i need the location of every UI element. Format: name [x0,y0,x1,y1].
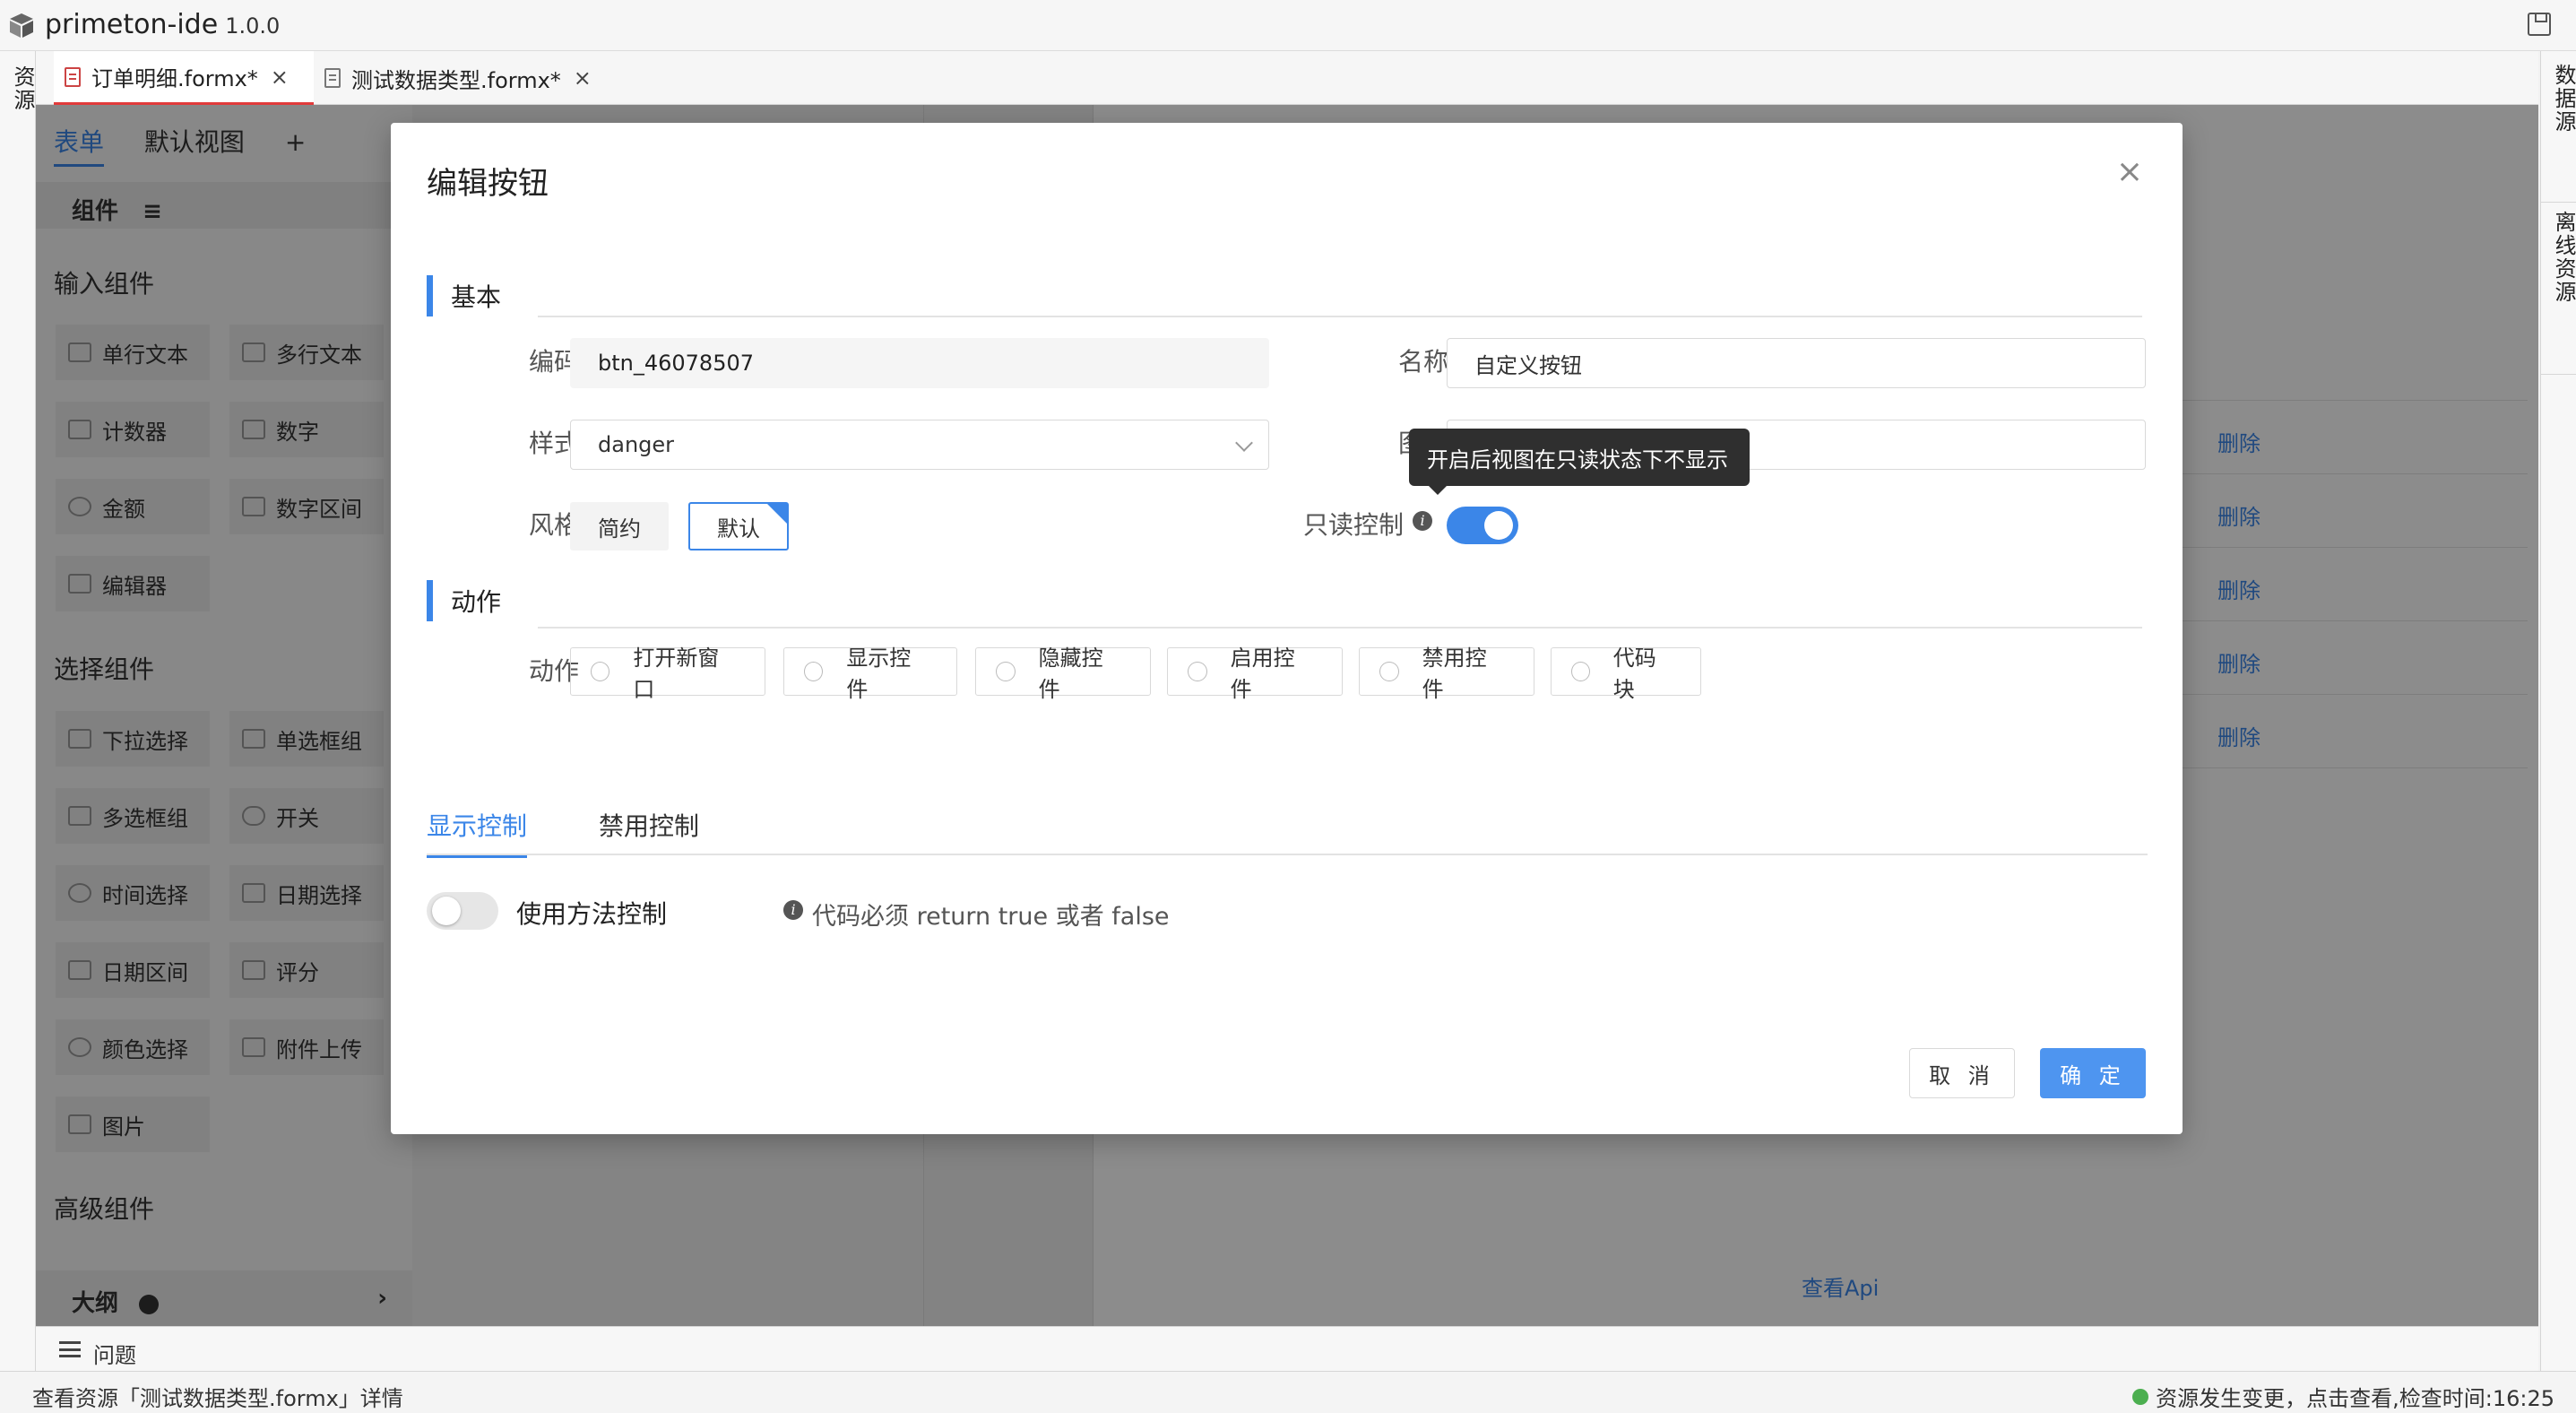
section-basic: 基本 [427,275,501,316]
control-tabs: 显示控制 禁用控制 [427,807,2148,858]
problems-label: 问题 [93,1343,136,1368]
action-option-label: 打开新窗口 [633,646,720,702]
style-select[interactable]: danger [570,420,1269,470]
action-option-label: 代码块 [1612,646,1656,702]
problems-bar[interactable]: 问题 [36,1326,2538,1371]
code-value: btn_46078507 [598,351,755,376]
editor-tab-bar: 订单明细.formx* × 测试数据类型.formx* × [36,51,2538,105]
rail-resources[interactable]: 资源 [7,65,39,112]
save-icon[interactable] [2528,13,2551,36]
style-label: 样式 [528,429,579,458]
section-accent-bar [427,275,433,316]
theme-option-label: 默认 [717,516,760,542]
readonly-label: 只读控制 [1302,510,1404,540]
method-hint: 代码必须 return true 或者 false [812,903,1170,931]
radio-icon [1571,662,1590,681]
chevron-down-icon [1235,434,1253,452]
tab-label: 测试数据类型.formx* [351,67,561,93]
readonly-toggle[interactable] [1447,507,1518,544]
action-hide-control[interactable]: 隐藏控件 [975,646,1151,702]
editor-tab-order-detail[interactable]: 订单明细.formx* × [54,51,314,105]
close-icon[interactable]: × [271,65,289,90]
action-open-window[interactable]: 打开新窗口 [570,646,765,702]
style-value: danger [598,432,675,457]
rail-divider [2541,202,2576,203]
cancel-button[interactable]: 取 消 [1909,1048,2015,1098]
left-rail: 资源 [0,51,36,1374]
theme-option-default[interactable]: 默认 [688,502,789,550]
status-change-text: 资源发生变更，点击查看,检查时间:16:25 [2156,1386,2554,1411]
list-icon [59,1341,81,1357]
theme-label: 风格 [528,510,579,540]
action-option-label: 禁用控件 [1422,646,1487,702]
action-code-block[interactable]: 代码块 [1551,646,1701,702]
info-icon: i [783,900,803,920]
status-dot-icon [2132,1388,2149,1405]
edit-button-dialog: 编辑按钮 × 基本 编码 btn_46078507 名称 自定义按钮 样式 da… [391,123,2183,1134]
status-bar: 查看资源「测试数据类型.formx」详情 资源发生变更，点击查看,检查时间:16… [0,1371,2576,1413]
tab-label: 订单明细.formx* [91,66,258,91]
tab-display-control[interactable]: 显示控制 [427,807,528,858]
section-action: 动作 [427,580,501,621]
app-title: primeton-ide 1.0.0 [45,9,280,40]
status-change-notice[interactable]: 资源发生变更，点击查看,检查时间:16:25 [2132,1381,2554,1412]
tab-disable-control[interactable]: 禁用控制 [599,807,699,855]
radio-icon [1379,662,1399,681]
app-name: primeton-ide [45,9,219,40]
title-bar: primeton-ide 1.0.0 [0,0,2576,51]
info-icon[interactable]: i [1413,511,1432,531]
rail-divider [2541,374,2576,375]
action-enable-control[interactable]: 启用控件 [1167,646,1343,702]
name-field[interactable]: 自定义按钮 [1447,338,2146,388]
name-value: 自定义按钮 [1474,352,1582,378]
close-icon[interactable]: × [2116,153,2143,190]
toggle-knob [1484,511,1513,540]
action-option-label: 启用控件 [1230,646,1295,702]
rail-datasource[interactable]: 数据源 [2548,64,2576,134]
action-option-label: 隐藏控件 [1038,646,1103,702]
app-logo-icon [10,13,33,38]
radio-icon [804,662,824,681]
code-field: btn_46078507 [570,338,1269,388]
right-rail: 数据源 离线资源 [2540,51,2576,1374]
action-show-control[interactable]: 显示控件 [783,646,957,702]
readonly-tooltip: 开启后视图在只读状态下不显示 [1409,429,1750,495]
name-label: 名称 [1397,347,1448,377]
action-option-label: 显示控件 [846,646,912,702]
form-file-icon [324,68,341,88]
radio-icon [996,662,1016,681]
close-icon[interactable]: × [574,65,592,91]
radio-icon [591,662,610,681]
status-message[interactable]: 查看资源「测试数据类型.formx」详情 [32,1381,403,1412]
section-divider [538,316,2142,317]
rail-offline-resources[interactable]: 离线资源 [2548,211,2576,304]
method-control-label: 使用方法控制 [516,899,668,929]
code-label: 编码 [528,347,579,377]
section-divider [538,627,2142,628]
ok-button[interactable]: 确 定 [2040,1048,2146,1098]
form-file-icon [65,66,81,87]
theme-option-simple[interactable]: 简约 [570,502,669,550]
section-title: 动作 [451,587,502,617]
action-disable-control[interactable]: 禁用控件 [1359,646,1534,702]
app-version: 1.0.0 [225,13,281,39]
radio-icon [1188,662,1207,681]
section-accent-bar [427,580,433,621]
method-control-toggle[interactable] [427,892,498,930]
dialog-title: 编辑按钮 [427,166,549,202]
action-label: 动作 [528,656,579,686]
editor-tab-test-datatypes[interactable]: 测试数据类型.formx* × [314,51,618,105]
toggle-knob [432,897,461,925]
section-title: 基本 [451,282,502,312]
